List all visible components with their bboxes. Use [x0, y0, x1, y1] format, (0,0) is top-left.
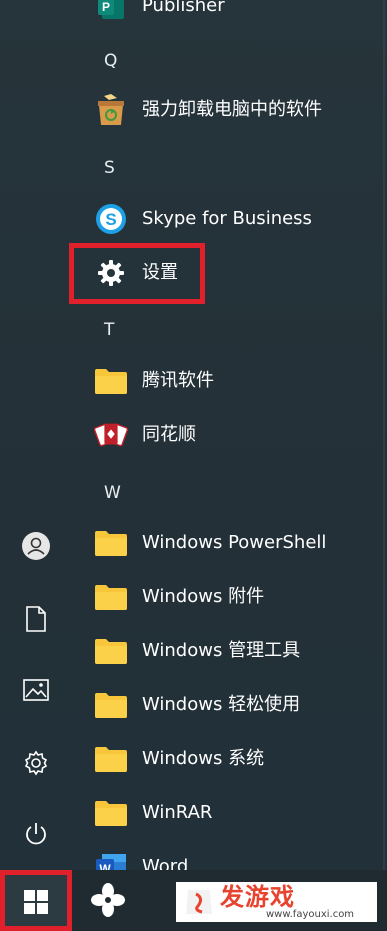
pictures-button[interactable] — [14, 668, 58, 712]
user-avatar-icon — [22, 532, 50, 560]
watermark-url: www.fayouxi.com — [266, 909, 355, 920]
app-label-system: Windows 系统 — [142, 748, 265, 769]
power-button[interactable] — [14, 812, 58, 856]
pictures-icon — [23, 679, 49, 701]
letter-header-s[interactable]: S — [104, 156, 144, 180]
start-button-highlight-box — [0, 870, 72, 931]
folder-icon — [94, 742, 128, 776]
app-label-powershell: Windows PowerShell — [142, 532, 327, 553]
app-item-accessories[interactable]: Windows 附件 — [88, 573, 378, 621]
scrollbar[interactable] — [383, 0, 385, 870]
app-item-powershell[interactable]: Windows PowerShell — [88, 519, 378, 567]
letter-header-q[interactable]: Q — [104, 49, 144, 73]
letter-header-t[interactable]: T — [104, 318, 144, 342]
skype-icon: S — [94, 202, 128, 236]
app-item-admin-tools[interactable]: Windows 管理工具 — [88, 627, 378, 675]
settings-button[interactable] — [14, 741, 58, 785]
app-item-skype[interactable]: S Skype for Business — [88, 195, 378, 243]
svg-text:P: P — [102, 0, 110, 14]
documents-button[interactable] — [14, 597, 58, 641]
app-item-ease-of-access[interactable]: Windows 轻松使用 — [88, 681, 378, 729]
publisher-icon: P — [94, 0, 128, 23]
folder-icon — [94, 796, 128, 830]
app-item-winrar[interactable]: WinRAR — [88, 789, 378, 837]
watermark-banner: 发游戏 www.fayouxi.com — [176, 882, 377, 922]
pinwheel-app-icon — [91, 883, 125, 917]
playing-cards-icon — [94, 418, 128, 452]
watermark-logo-icon — [186, 890, 212, 914]
folder-icon — [94, 364, 128, 398]
settings-highlight-box — [69, 243, 205, 304]
settings-gear-icon — [24, 750, 48, 776]
taskbar-pinned-app[interactable] — [86, 878, 130, 922]
app-label-publisher: Publisher — [142, 0, 225, 16]
app-label-winrar: WinRAR — [142, 802, 213, 823]
app-label-tencent: 腾讯软件 — [142, 370, 214, 391]
svg-text:S: S — [105, 210, 116, 229]
word-icon: W — [94, 850, 128, 870]
app-item-publisher[interactable]: P Publisher — [88, 0, 378, 30]
document-icon — [26, 606, 46, 632]
folder-icon — [94, 634, 128, 668]
folder-icon — [94, 580, 128, 614]
folder-icon — [94, 526, 128, 560]
app-label-admin-tools: Windows 管理工具 — [142, 640, 301, 661]
app-label-uninstaller: 强力卸载电脑中的软件 — [142, 99, 322, 120]
app-label-skype: Skype for Business — [142, 208, 312, 229]
start-menu: P Publisher Q 强力卸载电脑中的软件 S S Skype for B… — [0, 0, 387, 870]
app-label-ease-of-access: Windows 轻松使用 — [142, 694, 301, 715]
app-label-tonghuashun: 同花顺 — [142, 424, 196, 445]
app-item-system[interactable]: Windows 系统 — [88, 735, 378, 783]
app-item-word[interactable]: W Word — [88, 843, 378, 870]
svg-text:W: W — [99, 862, 111, 870]
user-account-button[interactable] — [14, 524, 58, 568]
recycle-box-icon — [94, 93, 128, 127]
app-item-uninstaller[interactable]: 强力卸载电脑中的软件 — [88, 86, 378, 134]
folder-icon — [94, 688, 128, 722]
watermark-title: 发游戏 — [220, 883, 295, 911]
app-label-word: Word — [142, 856, 189, 870]
app-item-tonghuashun[interactable]: 同花顺 — [88, 411, 378, 459]
letter-header-w[interactable]: W — [104, 481, 144, 505]
app-item-tencent[interactable]: 腾讯软件 — [88, 357, 378, 405]
app-label-accessories: Windows 附件 — [142, 586, 265, 607]
power-icon — [26, 823, 46, 845]
